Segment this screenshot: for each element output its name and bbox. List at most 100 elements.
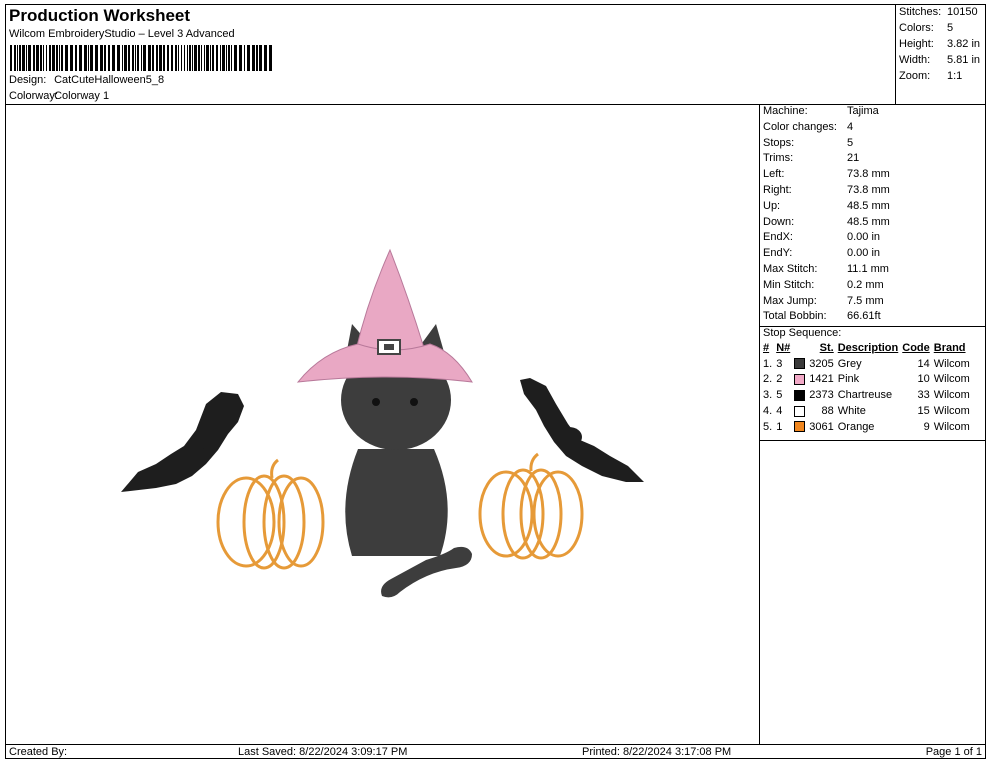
cell-code: 10 bbox=[917, 373, 930, 386]
machine-info-row: Machine: Tajima bbox=[763, 105, 879, 120]
cell-n: 3 bbox=[774, 356, 792, 372]
color-swatch bbox=[794, 405, 806, 417]
software-name: Wilcom EmbroideryStudio – Level 3 Advanc… bbox=[9, 28, 235, 40]
cell-brand: Wilcom bbox=[933, 373, 970, 386]
cell-desc: Pink bbox=[837, 373, 860, 386]
colorway-value: Colorway 1 bbox=[54, 90, 110, 102]
cell-code: 9 bbox=[923, 420, 930, 433]
machine-info-label: Total Bobbin: bbox=[763, 310, 827, 323]
machine-info-label: Up: bbox=[763, 199, 781, 212]
colorway-row: Colorway: Colorway 1 bbox=[9, 90, 109, 102]
cell-brand: Wilcom bbox=[933, 420, 970, 433]
cell-swatch bbox=[792, 419, 807, 435]
stat-value: 5 bbox=[947, 22, 954, 34]
cell-brand: Wilcom bbox=[933, 389, 970, 402]
machine-info-label: Max Jump: bbox=[763, 294, 817, 307]
machine-info-label: Machine: bbox=[763, 105, 808, 117]
table-row: 4. 4 88 White 15 Wilcom bbox=[761, 403, 972, 419]
design-row: Design: CatCuteHalloween5_8 bbox=[9, 74, 164, 86]
machine-info-value: 7.5 mm bbox=[847, 294, 884, 307]
machine-info-label: Trims: bbox=[763, 152, 794, 165]
cell-num: 5. bbox=[763, 420, 773, 433]
machine-info-row: Right: 73.8 mm bbox=[763, 184, 890, 199]
design-preview bbox=[6, 104, 760, 744]
cell-st: 88 bbox=[821, 405, 834, 418]
cell-st: 3061 bbox=[809, 420, 834, 433]
cell-num: 1. bbox=[763, 357, 773, 370]
machine-info-row: Min Stitch: 0.2 mm bbox=[763, 279, 884, 294]
cell-n: 2 bbox=[774, 372, 792, 388]
cell-swatch bbox=[792, 356, 807, 372]
cell-desc: White bbox=[837, 405, 866, 418]
table-row: 2. 2 1421 Pink 10 Wilcom bbox=[761, 372, 972, 388]
machine-info-row: EndX: 0.00 in bbox=[763, 231, 880, 246]
needle-number: 5 bbox=[776, 389, 783, 402]
needle-number: 2 bbox=[776, 373, 783, 386]
machine-info-value: 48.5 mm bbox=[847, 199, 890, 212]
column-header: Code bbox=[902, 341, 930, 354]
column-header-swatch bbox=[792, 340, 807, 356]
cell-n: 5 bbox=[774, 387, 792, 403]
stat-label: Colors: bbox=[899, 22, 934, 34]
stat-label: Zoom: bbox=[899, 70, 931, 82]
machine-info-value: 21 bbox=[847, 152, 860, 165]
machine-info-value: 0.00 in bbox=[847, 247, 881, 260]
column-header: N# bbox=[776, 341, 791, 354]
cell-desc: Orange bbox=[837, 420, 875, 433]
stat-label: Stitches: bbox=[899, 6, 942, 18]
stop-sequence-table: # N# St. Description Code Brand 1. 3 3205 G… bbox=[761, 340, 972, 435]
machine-info-label: EndX: bbox=[763, 231, 793, 244]
machine-info-value: 0.00 in bbox=[847, 231, 881, 244]
cell-num: 3. bbox=[763, 389, 773, 402]
colorway-label: Colorway: bbox=[9, 90, 58, 102]
cell-swatch bbox=[792, 403, 807, 419]
machine-info-value: 5 bbox=[847, 136, 854, 149]
pumpkin-left bbox=[216, 458, 325, 570]
cell-swatch bbox=[792, 387, 807, 403]
machine-info-row: Max Stitch: 11.1 mm bbox=[763, 263, 889, 278]
divider bbox=[759, 440, 985, 441]
machine-info-value: 73.8 mm bbox=[847, 184, 890, 196]
machine-info-row: Up: 48.5 mm bbox=[763, 200, 890, 215]
table-row: 1. 3 3205 Grey 14 Wilcom bbox=[761, 356, 972, 372]
cell-st: 2373 bbox=[809, 389, 834, 402]
machine-info-label: Max Stitch: bbox=[763, 263, 818, 275]
machine-info-panel: Machine: Tajima Color changes: 4 Stops: 5 Trim… bbox=[759, 104, 985, 744]
stat-value: 1:1 bbox=[947, 70, 963, 82]
worksheet-footer: Created By: Last Saved: 8/22/2024 3:09:1… bbox=[6, 744, 985, 759]
barcode bbox=[10, 45, 272, 71]
stat-label: Width: bbox=[899, 54, 931, 66]
cell-brand: Wilcom bbox=[933, 357, 970, 370]
machine-info-value: 66.61ft bbox=[847, 310, 881, 323]
color-swatch bbox=[794, 374, 806, 386]
needle-number: 4 bbox=[776, 405, 783, 418]
production-worksheet: Production Worksheet Wilcom EmbroiderySt… bbox=[5, 4, 986, 759]
machine-info-row: Stops: 5 bbox=[763, 137, 853, 152]
table-row: 3. 5 2373 Chartreuse 33 Wilcom bbox=[761, 387, 972, 403]
cell-code: 33 bbox=[917, 389, 930, 402]
machine-info-value: 11.1 mm bbox=[847, 263, 889, 275]
needle-number: 1 bbox=[776, 420, 783, 433]
cell-code: 15 bbox=[917, 405, 930, 418]
machine-info-label: Left: bbox=[763, 168, 785, 181]
table-row: 5. 1 3061 Orange 9 Wilcom bbox=[761, 419, 972, 435]
cell-brand: Wilcom bbox=[933, 405, 970, 418]
machine-info-label: Right: bbox=[763, 184, 792, 196]
cell-swatch bbox=[792, 372, 807, 388]
stat-value: 10150 bbox=[947, 6, 978, 18]
cell-num: 2. bbox=[763, 373, 773, 386]
machine-info-row: Down: 48.5 mm bbox=[763, 216, 890, 231]
machine-info-row: Color changes: 4 bbox=[763, 121, 853, 136]
machine-info-label: EndY: bbox=[763, 247, 793, 260]
machine-info-row: Trims: 21 bbox=[763, 152, 859, 167]
cell-desc: Chartreuse bbox=[837, 389, 893, 402]
machine-info-value: 4 bbox=[847, 120, 854, 133]
machine-info-row: Total Bobbin: 66.61ft bbox=[763, 310, 881, 325]
color-swatch bbox=[794, 389, 806, 401]
column-header: # bbox=[763, 341, 770, 354]
machine-info-row: Max Jump: 7.5 mm bbox=[763, 295, 884, 310]
page-title: Production Worksheet bbox=[9, 6, 191, 25]
machine-info-label: Stops: bbox=[763, 136, 795, 149]
stat-value: 5.81 in bbox=[947, 54, 981, 66]
stat-row: Height: 3.82 in bbox=[899, 38, 980, 50]
